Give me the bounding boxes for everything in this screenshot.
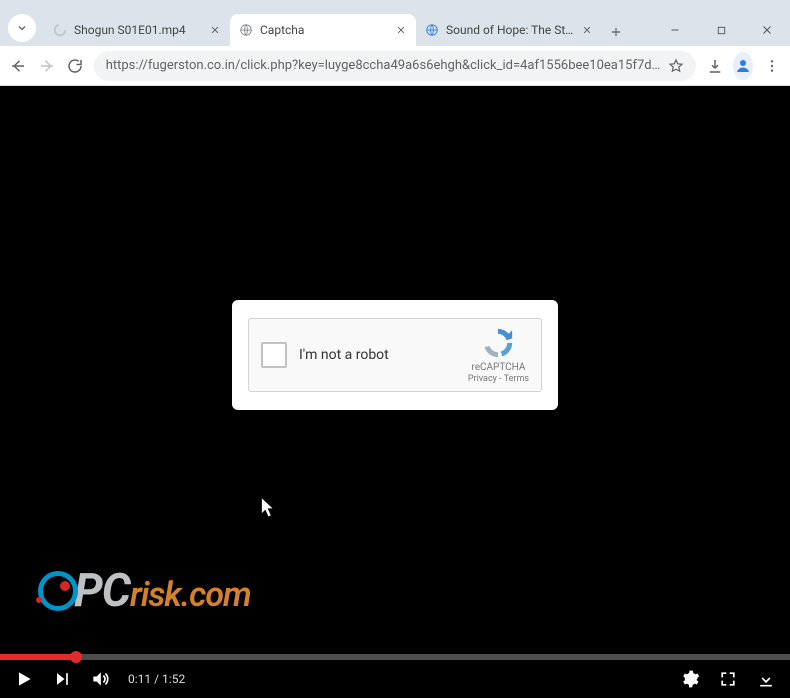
address-bar[interactable]: https://fugerston.co.in/click.php?key=lu… xyxy=(94,51,697,81)
plus-icon xyxy=(609,25,623,39)
chevron-down-icon xyxy=(16,22,28,34)
browser-chrome: Shogun S01E01.mp4 Captcha Sound of Hope:… xyxy=(0,0,790,86)
time-duration: 1:52 xyxy=(162,672,185,686)
play-button[interactable] xyxy=(14,669,34,689)
forward-button[interactable] xyxy=(37,52,58,80)
reload-icon xyxy=(66,57,84,75)
recaptcha-brand: reCAPTCHA xyxy=(471,362,525,374)
recaptcha-icon xyxy=(481,326,515,360)
recaptcha-checkbox[interactable] xyxy=(261,342,287,368)
cursor-icon xyxy=(260,496,278,520)
download-icon xyxy=(706,57,724,75)
volume-icon xyxy=(90,668,110,690)
globe-icon xyxy=(424,22,440,38)
watermark-text: P C r isk.com xyxy=(74,564,251,618)
window-controls xyxy=(652,14,790,46)
arrow-right-icon xyxy=(38,57,56,75)
skip-next-icon xyxy=(52,669,72,689)
avatar-icon xyxy=(734,57,752,75)
download-video-button[interactable] xyxy=(756,669,776,689)
recaptcha-label: I'm not a robot xyxy=(299,347,389,363)
recaptcha-privacy-link[interactable]: Privacy xyxy=(468,374,497,384)
reload-button[interactable] xyxy=(65,52,86,80)
maximize-button[interactable] xyxy=(698,14,744,46)
new-tab-button[interactable] xyxy=(602,18,630,46)
minimize-button[interactable] xyxy=(652,14,698,46)
arrow-left-icon xyxy=(9,57,27,75)
url-text: https://fugerston.co.in/click.php?key=lu… xyxy=(106,58,661,73)
kebab-icon xyxy=(764,58,780,74)
fullscreen-button[interactable] xyxy=(718,669,738,689)
tab-title: Shogun S01E01.mp4 xyxy=(74,23,202,37)
title-bar xyxy=(0,0,790,10)
menu-button[interactable] xyxy=(761,52,782,80)
globe-icon xyxy=(238,22,254,38)
tab-title: Captcha xyxy=(260,23,388,37)
tab-2[interactable]: Sound of Hope: The Story o xyxy=(416,14,602,46)
captcha-card: I'm not a robot reCAPTCHA Privacy - Term… xyxy=(232,300,558,410)
recaptcha-terms-link[interactable]: Terms xyxy=(504,374,529,384)
minimize-icon xyxy=(669,24,681,36)
tab-1[interactable]: Captcha xyxy=(230,14,416,46)
close-icon[interactable] xyxy=(208,23,222,37)
play-icon xyxy=(14,669,34,689)
back-button[interactable] xyxy=(8,52,29,80)
url-rest: fugerston.co.in/click.php?key=luyge8ccha… xyxy=(148,58,661,73)
toolbar: https://fugerston.co.in/click.php?key=lu… xyxy=(0,46,790,86)
settings-button[interactable] xyxy=(680,669,700,689)
download-icon xyxy=(756,669,776,689)
tab-search-button[interactable] xyxy=(8,14,36,42)
close-icon[interactable] xyxy=(394,23,408,37)
watermark-badge-icon xyxy=(38,571,78,611)
time-display: 0:11 / 1:52 xyxy=(128,672,185,686)
tab-strip: Shogun S01E01.mp4 Captcha Sound of Hope:… xyxy=(0,10,790,46)
video-controls: 0:11 / 1:52 xyxy=(0,660,790,698)
close-icon xyxy=(761,24,773,36)
downloads-button[interactable] xyxy=(704,52,725,80)
recaptcha-widget: I'm not a robot reCAPTCHA Privacy - Term… xyxy=(248,318,542,392)
maximize-icon xyxy=(716,25,727,36)
recaptcha-branding: reCAPTCHA Privacy - Terms xyxy=(468,326,529,385)
tab-title: Sound of Hope: The Story o xyxy=(446,23,574,37)
next-button[interactable] xyxy=(52,669,72,689)
tab-0[interactable]: Shogun S01E01.mp4 xyxy=(44,14,230,46)
gear-icon xyxy=(680,669,700,689)
close-window-button[interactable] xyxy=(744,14,790,46)
spinner-icon xyxy=(52,22,68,38)
url-protocol: https:// xyxy=(106,58,148,73)
star-icon xyxy=(668,58,684,74)
profile-button[interactable] xyxy=(733,52,754,80)
close-icon[interactable] xyxy=(580,23,594,37)
time-current: 0:11 xyxy=(128,672,151,686)
volume-button[interactable] xyxy=(90,669,110,689)
bookmark-button[interactable] xyxy=(668,58,684,74)
fullscreen-icon xyxy=(718,669,738,689)
video-area: I'm not a robot reCAPTCHA Privacy - Term… xyxy=(0,86,790,698)
watermark-logo: P C r isk.com xyxy=(38,564,251,618)
